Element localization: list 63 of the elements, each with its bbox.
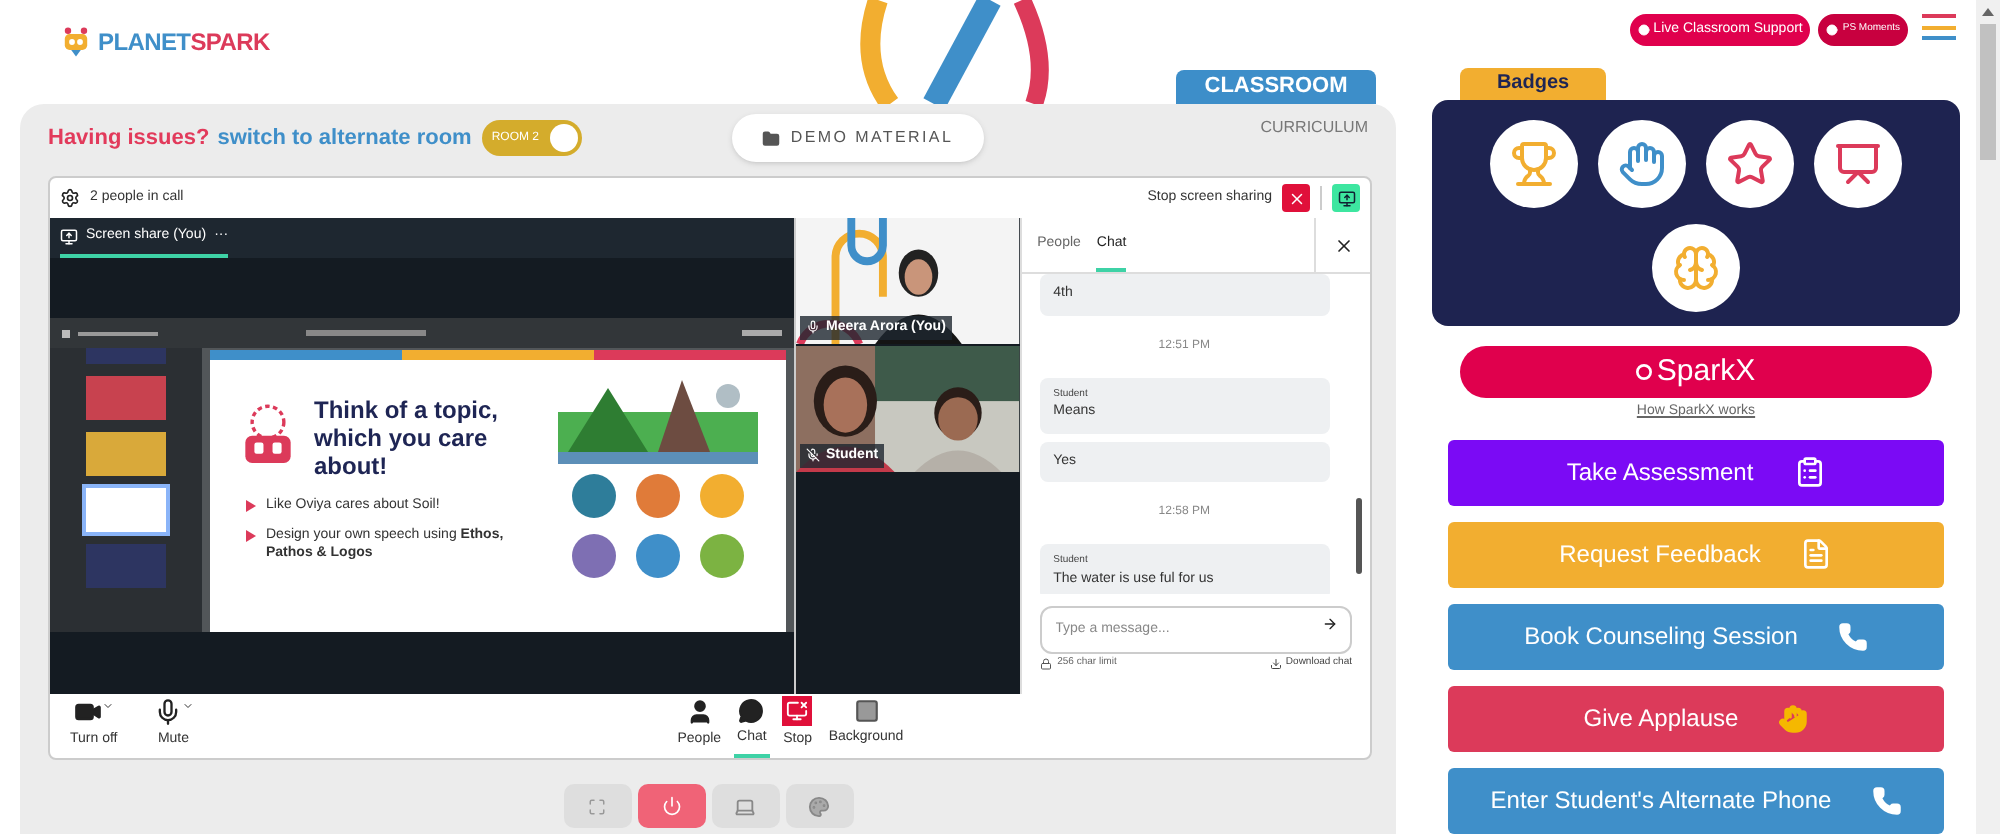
- slide-heading: Think of a topic, which you care about!: [314, 396, 500, 480]
- document-icon: [1800, 538, 1833, 571]
- dot-icon: [1637, 24, 1650, 36]
- send-icon[interactable]: [1322, 616, 1338, 632]
- hand-badge-icon: [1598, 120, 1686, 209]
- clipboard-icon: [1793, 456, 1826, 489]
- ring-icon: [1636, 364, 1653, 381]
- classroom-tab[interactable]: CLASSROOM: [1176, 70, 1376, 104]
- slide-thumbnail[interactable]: [86, 432, 166, 476]
- palette-button[interactable]: [785, 784, 853, 828]
- download-icon: [1269, 657, 1282, 670]
- mic-icon: [806, 320, 820, 335]
- scrollbar[interactable]: [1356, 498, 1362, 574]
- curriculum-tab[interactable]: CURRICULUM: [1256, 116, 1372, 140]
- screen-share-icon: [60, 227, 78, 245]
- triangle-bullet-icon: [246, 500, 256, 512]
- switch-view-button[interactable]: [1332, 184, 1360, 212]
- mic-off-icon: [806, 448, 820, 463]
- lock-icon: [1039, 657, 1052, 670]
- fullscreen-icon: [588, 797, 606, 815]
- robot-logo-icon: [60, 24, 92, 60]
- caret-icon: [101, 699, 114, 712]
- close-button[interactable]: [1282, 184, 1310, 212]
- podium-badge-icon: [1814, 120, 1902, 209]
- close-icon[interactable]: [1333, 235, 1353, 255]
- background-icon: [853, 698, 879, 725]
- phone-icon: [1837, 621, 1868, 652]
- palette-icon: [808, 795, 830, 817]
- sparkx-button[interactable]: SparkX: [1460, 345, 1932, 399]
- action-button[interactable]: Give Applause: [1448, 685, 1944, 752]
- trophy-badge-icon: [1490, 120, 1578, 209]
- fullscreen-button[interactable]: [563, 784, 631, 828]
- folder-icon: [762, 129, 781, 147]
- settings-icon[interactable]: [60, 188, 80, 208]
- laptop-icon: [734, 795, 756, 817]
- action-button[interactable]: Book Counseling Session: [1448, 603, 1944, 670]
- phone-icon: [1871, 785, 1902, 816]
- action-button[interactable]: Take Assessment: [1448, 439, 1944, 506]
- brain-badge-icon: [1652, 224, 1740, 313]
- close-icon: [1287, 189, 1305, 207]
- screen-icon: [1337, 189, 1355, 207]
- slide-thumbnail[interactable]: [86, 488, 166, 532]
- brand-name: PLANETSPARK: [98, 26, 270, 60]
- power-icon: [661, 796, 681, 816]
- clapping-hands-icon: [1778, 703, 1809, 734]
- slide-thumbnail[interactable]: [86, 376, 166, 420]
- slide-thumbnail[interactable]: [86, 544, 166, 588]
- person-icon: [685, 697, 714, 726]
- page-scrollbar[interactable]: [1976, 0, 2000, 834]
- mic-icon: [153, 697, 182, 726]
- issue-notice: Having issues?: [48, 123, 210, 154]
- demo-material-button[interactable]: DEMO MATERIAL: [732, 114, 984, 162]
- stop-share-icon: [782, 696, 813, 727]
- power-button[interactable]: [637, 784, 705, 828]
- dot-icon: [1826, 24, 1839, 36]
- menu-icon[interactable]: [1922, 14, 1956, 40]
- laptop-button[interactable]: [711, 784, 779, 828]
- caret-icon: [181, 699, 194, 712]
- chat-icon: [738, 698, 765, 725]
- action-button[interactable]: Enter Student's Alternate Phone: [1448, 767, 1944, 834]
- triangle-bullet-icon: [246, 530, 256, 542]
- star-badge-icon: [1706, 120, 1794, 209]
- slide-thumbnail[interactable]: [86, 348, 166, 364]
